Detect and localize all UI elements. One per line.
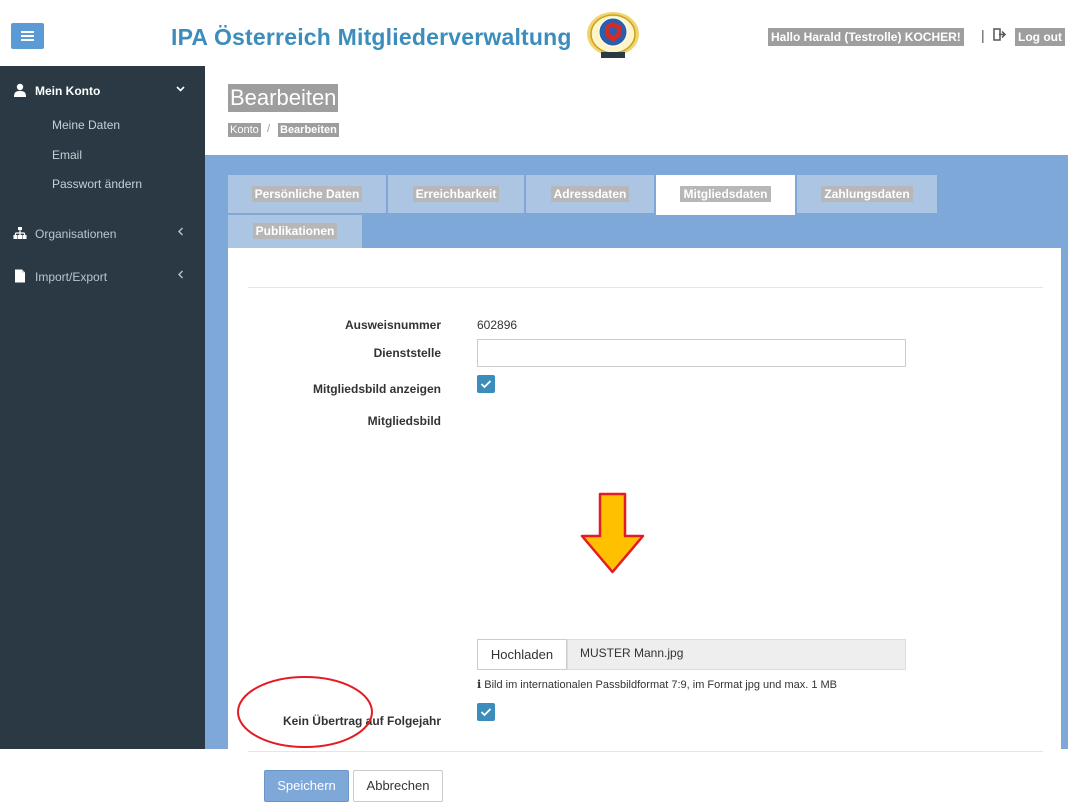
divider bbox=[248, 287, 1043, 288]
file-icon bbox=[15, 269, 25, 283]
sidebar: Mein Konto Meine Daten Email Passwort än… bbox=[0, 66, 205, 749]
check-icon bbox=[480, 708, 492, 717]
sidebar-subitem-meine-daten[interactable]: Meine Daten bbox=[52, 118, 120, 132]
sidebar-item-import-export[interactable]: Import/Export bbox=[0, 260, 205, 290]
tab-zahlungsdaten[interactable]: Zahlungsdaten bbox=[797, 175, 937, 213]
sidebar-item-label: Import/Export bbox=[35, 270, 108, 284]
save-button[interactable]: Speichern bbox=[264, 770, 349, 802]
upload-button[interactable]: Hochladen bbox=[477, 639, 567, 670]
user-greeting: Hallo Harald (Testrolle) KOCHER! bbox=[768, 28, 964, 46]
check-icon bbox=[480, 380, 492, 389]
breadcrumb-konto[interactable]: Konto bbox=[228, 123, 261, 137]
logout-link[interactable]: Log out bbox=[1015, 28, 1065, 46]
cancel-button[interactable]: Abbrechen bbox=[353, 770, 443, 802]
breadcrumb-separator: / bbox=[267, 123, 271, 135]
tab-label: Zahlungsdaten bbox=[821, 186, 913, 202]
logout-icon[interactable] bbox=[993, 28, 1007, 41]
chevron-down-icon bbox=[176, 82, 185, 96]
page-title: Bearbeiten bbox=[228, 84, 339, 112]
kein-uebertrag-checkbox[interactable] bbox=[477, 703, 495, 721]
sitemap-icon bbox=[13, 227, 27, 239]
header-separator: | bbox=[981, 27, 985, 43]
app-title: IPA Österreich Mitgliederverwaltung bbox=[171, 24, 572, 50]
mitgliedsbild-anzeigen-label: Mitgliedsbild anzeigen bbox=[312, 382, 441, 396]
tab-panel-mitgliedsdaten: Ausweisnummer 602896 Dienststelle Mitgli… bbox=[228, 248, 1061, 802]
help-text-content: Bild im internationalen Passbildformat 7… bbox=[484, 679, 838, 691]
sidebar-item-label: Organisationen bbox=[35, 227, 117, 241]
divider bbox=[248, 751, 1043, 752]
tab-mitgliedsdaten[interactable]: Mitgliedsdaten bbox=[656, 175, 795, 215]
content-header: Bearbeiten Konto / Bearbeiten bbox=[205, 66, 1068, 155]
breadcrumb-bearbeiten: Bearbeiten bbox=[278, 123, 339, 137]
tab-persoenliche-daten[interactable]: Persönliche Daten bbox=[228, 175, 386, 213]
mitgliedsbild-anzeigen-checkbox[interactable] bbox=[477, 375, 495, 393]
tab-adressdaten[interactable]: Adressdaten bbox=[526, 175, 654, 213]
ausweisnummer-value: 602896 bbox=[477, 318, 518, 332]
sidebar-item-label: Mein Konto bbox=[35, 84, 101, 98]
sidebar-subitem-passwort[interactable]: Passwort ändern bbox=[52, 177, 142, 191]
ipa-logo bbox=[587, 12, 639, 58]
tab-label: Erreichbarkeit bbox=[412, 186, 500, 202]
tab-erreichbarkeit[interactable]: Erreichbarkeit bbox=[388, 175, 524, 213]
chevron-left-icon bbox=[177, 225, 185, 239]
help-text: i Bild im internationalen Passbildformat… bbox=[477, 678, 837, 691]
kein-uebertrag-label: Kein Übertrag auf Folgejahr bbox=[282, 714, 441, 728]
top-header: IPA Österreich Mitgliederverwaltung Hall… bbox=[0, 0, 1068, 66]
hamburger-menu-button[interactable] bbox=[11, 23, 44, 49]
chevron-left-icon bbox=[177, 268, 185, 282]
mitgliedsbild-label: Mitgliedsbild bbox=[367, 414, 441, 428]
tab-label: Persönliche Daten bbox=[251, 186, 363, 202]
main-content: Bearbeiten Konto / Bearbeiten Persönlich… bbox=[205, 66, 1068, 802]
tab-publikationen[interactable]: Publikationen bbox=[228, 215, 362, 248]
dienststelle-label: Dienststelle bbox=[373, 346, 441, 360]
file-name-field[interactable]: MUSTER Mann.jpg bbox=[567, 639, 906, 670]
sidebar-item-mein-konto[interactable]: Mein Konto bbox=[0, 74, 205, 104]
sidebar-subitem-email[interactable]: Email bbox=[52, 148, 82, 162]
user-icon bbox=[14, 83, 26, 97]
tab-label: Publikationen bbox=[252, 223, 338, 239]
sidebar-item-organisationen[interactable]: Organisationen bbox=[0, 217, 205, 247]
dienststelle-input[interactable] bbox=[477, 339, 906, 367]
info-icon: i bbox=[477, 678, 482, 691]
ausweisnummer-label: Ausweisnummer bbox=[344, 318, 441, 332]
tab-label: Adressdaten bbox=[550, 186, 630, 202]
tab-label: Mitgliedsdaten bbox=[680, 186, 771, 202]
